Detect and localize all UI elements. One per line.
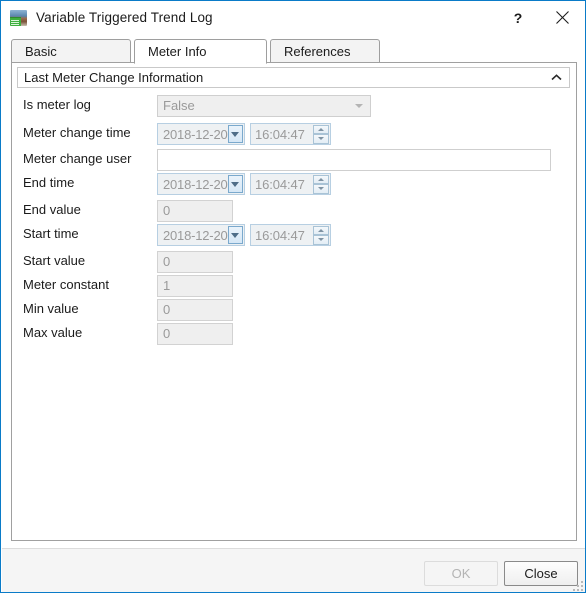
label-start-value: Start value <box>23 253 86 268</box>
row-max-value: Max value 0 <box>12 323 576 345</box>
label-meter-change-time: Meter change time <box>23 125 131 140</box>
end-value-text: 0 <box>163 203 171 218</box>
footer-bar: OK Close <box>2 549 585 592</box>
ok-button[interactable]: OK <box>424 561 498 586</box>
min-value-text: 0 <box>163 302 171 317</box>
tab-meter-info-label: Meter Info <box>148 44 207 59</box>
row-start-time: Start time 2018-12-20 16:04:47 <box>12 224 576 246</box>
help-button[interactable]: ? <box>496 2 540 33</box>
label-max-value: Max value <box>23 325 83 340</box>
dialog-window: Variable Triggered Trend Log ? Basic Met… <box>0 0 586 593</box>
trend-log-icon <box>10 9 27 26</box>
window-close-button[interactable] <box>540 2 584 33</box>
meter-change-user-input[interactable] <box>157 149 551 171</box>
calendar-dropdown-icon[interactable] <box>227 175 243 193</box>
label-meter-change-user: Meter change user <box>23 151 132 166</box>
row-meter-change-user: Meter change user <box>12 149 576 171</box>
meter-change-time-time-value: 16:04:47 <box>255 126 305 142</box>
meter-change-time-date-picker[interactable]: 2018-12-20 <box>157 123 245 145</box>
tab-basic-label: Basic <box>25 43 57 59</box>
tab-meter-info[interactable]: Meter Info <box>134 39 267 64</box>
spinner-down-icon[interactable] <box>313 184 329 194</box>
start-time-time-picker[interactable]: 16:04:47 <box>250 224 331 246</box>
end-time-date-picker[interactable]: 2018-12-20 <box>157 173 245 195</box>
max-value-input[interactable]: 0 <box>157 323 233 345</box>
spinner-up-icon[interactable] <box>313 124 329 134</box>
label-end-time: End time <box>23 175 75 190</box>
label-start-time: Start time <box>23 226 79 241</box>
meter-change-time-time-picker[interactable]: 16:04:47 <box>250 123 331 145</box>
resize-grip-icon[interactable] <box>570 578 583 591</box>
spinner-down-icon[interactable] <box>313 134 329 144</box>
is-meter-log-value: False <box>163 98 195 113</box>
start-value-text: 0 <box>163 254 171 269</box>
end-value-input[interactable]: 0 <box>157 200 233 222</box>
row-meter-change-time: Meter change time 2018-12-20 16:04:47 <box>12 123 576 145</box>
close-icon <box>555 11 569 24</box>
help-icon: ? <box>513 9 523 26</box>
row-meter-constant: Meter constant 1 <box>12 275 576 297</box>
end-time-time-value: 16:04:47 <box>255 176 305 192</box>
time-spinner[interactable] <box>313 124 329 144</box>
row-is-meter-log: Is meter log False <box>12 95 576 117</box>
tab-references[interactable]: References <box>270 39 380 63</box>
chevron-up-icon[interactable] <box>549 71 563 85</box>
label-meter-constant: Meter constant <box>23 277 109 292</box>
label-is-meter-log: Is meter log <box>23 97 91 112</box>
start-value-input[interactable]: 0 <box>157 251 233 273</box>
meter-constant-input[interactable]: 1 <box>157 275 233 297</box>
spinner-up-icon[interactable] <box>313 225 329 235</box>
row-end-time: End time 2018-12-20 16:04:47 <box>12 173 576 195</box>
group-header-label: Last Meter Change Information <box>24 70 204 85</box>
label-end-value: End value <box>23 202 81 217</box>
min-value-input[interactable]: 0 <box>157 299 233 321</box>
tab-strip: Basic Meter Info References <box>11 39 577 64</box>
spinner-up-icon[interactable] <box>313 174 329 184</box>
tab-basic[interactable]: Basic <box>11 39 131 63</box>
label-min-value: Min value <box>23 301 79 316</box>
close-button-label: Close <box>524 566 558 581</box>
row-min-value: Min value 0 <box>12 299 576 321</box>
meter-change-time-date-value: 2018-12-20 <box>163 126 228 142</box>
start-time-date-picker[interactable]: 2018-12-20 <box>157 224 245 246</box>
end-time-date-value: 2018-12-20 <box>163 176 228 192</box>
window-title: Variable Triggered Trend Log <box>36 10 213 25</box>
row-end-value: End value 0 <box>12 200 576 222</box>
meter-constant-text: 1 <box>163 278 171 293</box>
start-time-date-value: 2018-12-20 <box>163 227 228 243</box>
close-button[interactable]: Close <box>504 561 578 586</box>
max-value-text: 0 <box>163 326 171 341</box>
time-spinner[interactable] <box>313 225 329 245</box>
calendar-dropdown-icon[interactable] <box>227 125 243 143</box>
spinner-down-icon[interactable] <box>313 235 329 245</box>
tab-content-panel: Last Meter Change Information Is meter l… <box>11 62 577 541</box>
time-spinner[interactable] <box>313 174 329 194</box>
is-meter-log-combobox[interactable]: False <box>157 95 371 117</box>
tab-references-label: References <box>284 43 351 59</box>
ok-button-label: OK <box>451 566 471 581</box>
title-bar: Variable Triggered Trend Log ? <box>2 2 585 33</box>
row-start-value: Start value 0 <box>12 251 576 273</box>
calendar-dropdown-icon[interactable] <box>227 226 243 244</box>
end-time-time-picker[interactable]: 16:04:47 <box>250 173 331 195</box>
start-time-time-value: 16:04:47 <box>255 227 305 243</box>
group-header-last-meter-change[interactable]: Last Meter Change Information <box>17 67 570 88</box>
chevron-down-icon <box>355 104 363 108</box>
